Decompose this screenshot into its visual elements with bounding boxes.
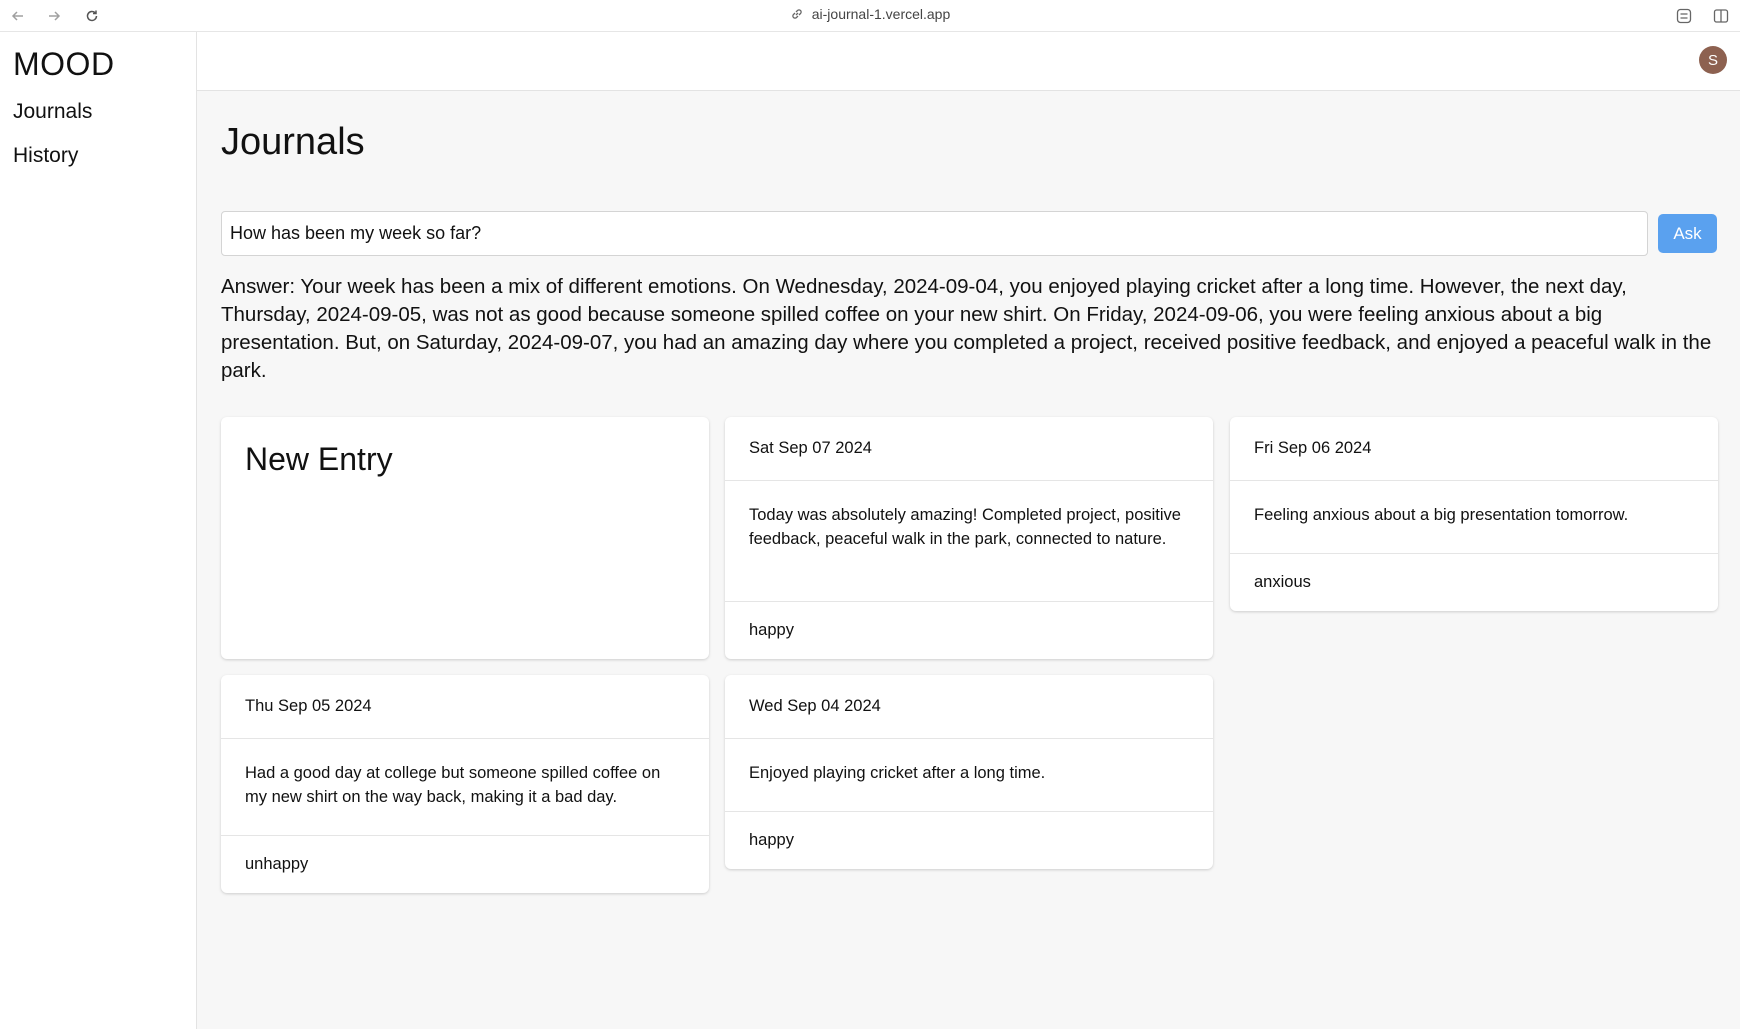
entry-mood: anxious xyxy=(1254,573,1311,591)
url-text: ai-journal-1.vercel.app xyxy=(811,6,951,22)
forward-icon[interactable] xyxy=(42,4,66,28)
address-bar: ai-journal-1.vercel.app xyxy=(0,6,1740,24)
top-bar: S xyxy=(197,32,1740,91)
entry-card[interactable]: Thu Sep 05 2024 Had a good day at colleg… xyxy=(221,675,709,893)
sidebar-item-journals[interactable]: Journals xyxy=(13,100,92,124)
new-entry-label: New Entry xyxy=(245,441,393,477)
entry-mood: happy xyxy=(749,621,794,639)
back-icon[interactable] xyxy=(6,4,30,28)
sidebar: MOOD Journals History xyxy=(0,32,197,1029)
entry-mood: happy xyxy=(749,831,794,849)
entry-date: Wed Sep 04 2024 xyxy=(725,675,1213,739)
extensions-icon[interactable] xyxy=(1673,5,1695,27)
entry-summary: Feeling anxious about a big presentation… xyxy=(1230,481,1718,554)
entry-summary: Enjoyed playing cricket after a long tim… xyxy=(725,739,1213,812)
question-input[interactable] xyxy=(221,211,1648,256)
app-logo: MOOD xyxy=(13,46,115,82)
answer-text: Answer: Your week has been a mix of diff… xyxy=(221,275,1712,382)
main-content: Journals Ask Answer: Your week has been … xyxy=(197,91,1740,1029)
new-entry-card[interactable]: New Entry xyxy=(221,417,709,659)
sidebar-item-history[interactable]: History xyxy=(13,144,78,168)
entry-date: Fri Sep 06 2024 xyxy=(1230,417,1718,481)
sidebar-toggle-icon[interactable] xyxy=(1710,5,1732,27)
browser-toolbar: ai-journal-1.vercel.app xyxy=(0,0,1740,32)
url-field[interactable]: ai-journal-1.vercel.app xyxy=(790,6,951,22)
entry-card[interactable]: Sat Sep 07 2024 Today was absolutely ama… xyxy=(725,417,1213,659)
entry-mood: unhappy xyxy=(245,855,309,873)
reload-icon[interactable] xyxy=(80,4,104,28)
entry-card[interactable]: Wed Sep 04 2024 Enjoyed playing cricket … xyxy=(725,675,1213,869)
ask-button[interactable]: Ask xyxy=(1658,214,1717,253)
entry-summary: Today was absolutely amazing! Completed … xyxy=(725,481,1213,602)
entry-date: Thu Sep 05 2024 xyxy=(221,675,709,739)
page-title: Journals xyxy=(221,121,365,163)
entry-summary: Had a good day at college but someone sp… xyxy=(221,739,709,836)
link-icon xyxy=(792,9,802,19)
user-avatar[interactable]: S xyxy=(1699,46,1727,74)
entry-date: Sat Sep 07 2024 xyxy=(725,417,1213,481)
entry-card[interactable]: Fri Sep 06 2024 Feeling anxious about a … xyxy=(1230,417,1718,611)
